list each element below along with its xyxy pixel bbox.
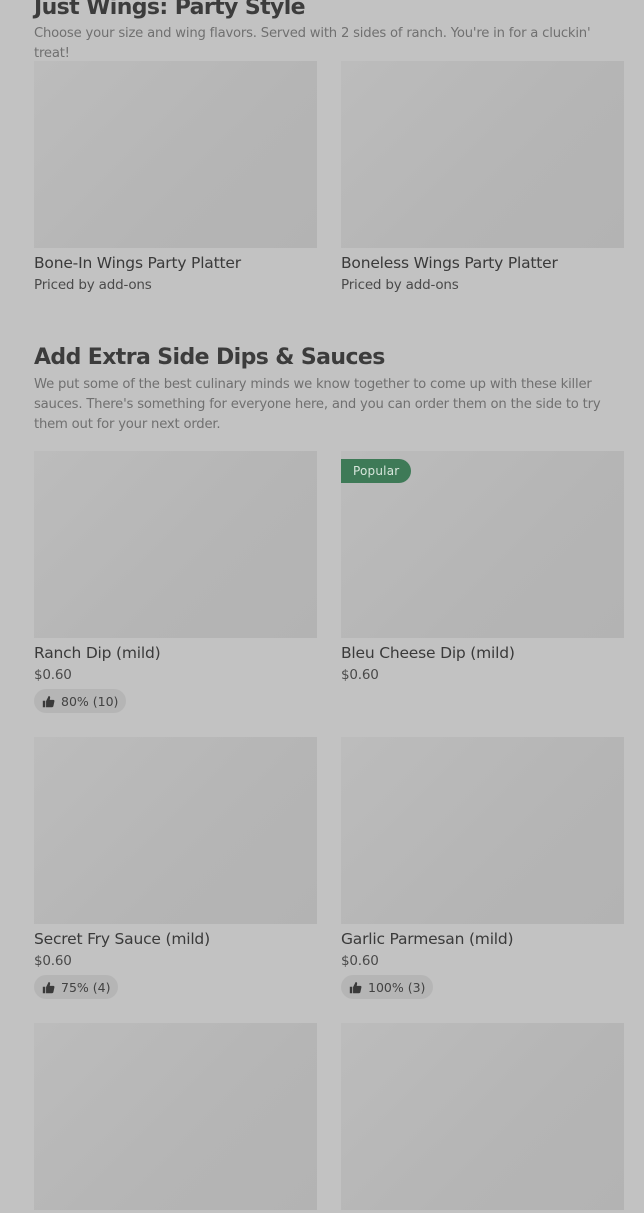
menu-item-secret-fry-sauce[interactable]: Secret Fry Sauce (mild) $0.60 75% (4) <box>34 737 317 999</box>
item-price: $0.60 <box>34 667 72 683</box>
menu-item-garlic-parmesan[interactable]: Garlic Parmesan (mild) $0.60 100% (3) <box>341 737 624 999</box>
thumbs-up-icon <box>42 695 55 708</box>
rating-text: 100% (3) <box>368 979 426 995</box>
item-image[interactable] <box>34 451 317 638</box>
item-image[interactable] <box>34 61 317 248</box>
item-name: Bleu Cheese Dip (mild) <box>341 644 515 662</box>
item-name: Bone-In Wings Party Platter <box>34 254 241 272</box>
section-description: Choose your size and wing flavors. Serve… <box>34 26 591 61</box>
menu-item-boneless-wings[interactable]: Boneless Wings Party Platter Priced by a… <box>341 61 624 296</box>
item-image[interactable] <box>341 61 624 248</box>
thumbs-up-icon <box>42 981 55 994</box>
item-image[interactable] <box>341 737 624 924</box>
section-just-wings: Just Wings: Party Style Choose your size… <box>34 0 624 64</box>
popular-badge: Popular <box>341 459 412 483</box>
section-title: Just Wings: Party Style <box>34 0 306 20</box>
item-price: Priced by add-ons <box>341 277 459 293</box>
item-image[interactable] <box>34 1023 317 1210</box>
rating-pill: 80% (10) <box>34 689 127 713</box>
item-price: $0.60 <box>34 953 72 969</box>
item-price: Priced by add-ons <box>34 277 152 293</box>
item-name: Secret Fry Sauce (mild) <box>34 930 210 948</box>
item-image[interactable] <box>34 737 317 924</box>
rating-pill: 100% (3) <box>341 975 434 999</box>
rating-text: 75% (4) <box>61 979 111 995</box>
menu-item-ranch-dip[interactable]: Ranch Dip (mild) $0.60 80% (10) <box>34 451 317 713</box>
menu-item-bone-in-wings[interactable]: Bone-In Wings Party Platter Priced by ad… <box>34 61 317 296</box>
item-image[interactable] <box>341 1023 624 1210</box>
section-title: Add Extra Side Dips & Sauces <box>34 345 385 370</box>
item-price: $0.60 <box>341 953 379 969</box>
menu-item-bleu-cheese-dip[interactable]: Popular Bleu Cheese Dip (mild) $0.60 <box>341 451 624 686</box>
item-name: Boneless Wings Party Platter <box>341 254 558 272</box>
item-name: Ranch Dip (mild) <box>34 644 161 662</box>
rating-pill: 75% (4) <box>34 975 119 999</box>
menu-item-partial-right[interactable] <box>341 1023 624 1210</box>
item-name: Garlic Parmesan (mild) <box>341 930 514 948</box>
rating-text: 80% (10) <box>61 693 119 709</box>
menu-item-partial-left[interactable] <box>34 1023 317 1210</box>
thumbs-up-icon <box>349 981 362 994</box>
section-side-dips-sauces: Add Extra Side Dips & Sauces We put some… <box>34 344 624 435</box>
section-description: We put some of the best culinary minds w… <box>34 377 601 432</box>
item-price: $0.60 <box>341 667 379 683</box>
item-image[interactable]: Popular <box>341 451 624 638</box>
